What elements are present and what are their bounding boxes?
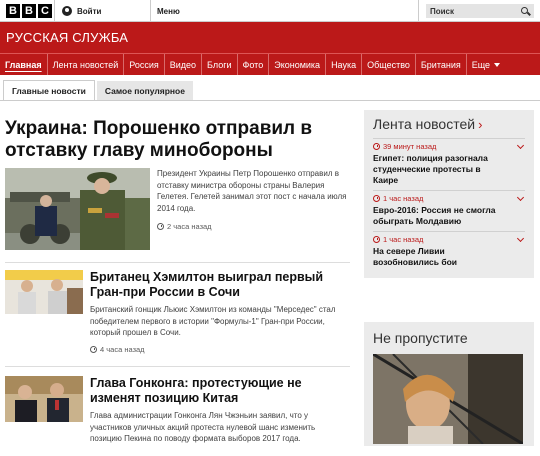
story-timestamp: 4 часа назад xyxy=(90,345,145,354)
clock-icon xyxy=(373,236,380,243)
lead-timestamp: 2 часа назад xyxy=(157,222,212,231)
sidebar: Лента новостей › 39 минут назад Египет: … xyxy=(364,110,534,278)
story-image[interactable] xyxy=(5,270,83,314)
logo-letter: C xyxy=(38,3,52,18)
search-icon[interactable] xyxy=(521,6,530,16)
service-title[interactable]: РУССКАЯ СЛУЖБА xyxy=(6,30,128,45)
top-bar: B B C Войти Меню Поиск xyxy=(0,0,540,22)
divider xyxy=(5,366,350,367)
signin-label: Войти xyxy=(77,6,102,16)
clock-icon xyxy=(373,195,380,202)
news-feed-item[interactable]: 1 час назад На севере Ливии возобновилис… xyxy=(373,231,525,272)
news-feed-item[interactable]: 1 час назад Евро-2016: Россия не смогла … xyxy=(373,190,525,231)
lead-summary: Президент Украины Петр Порошенко отправи… xyxy=(157,169,347,213)
clock-icon xyxy=(90,346,97,353)
news-feed-meta: 1 час назад xyxy=(373,235,525,244)
divider xyxy=(150,0,151,22)
lead-image[interactable] xyxy=(5,168,150,250)
nav-item-photo[interactable]: Фото xyxy=(238,54,270,75)
news-feed-time: 1 час назад xyxy=(383,235,424,244)
story-item: Глава Гонконга: протестующие не изменят … xyxy=(5,376,350,456)
news-feed-title: Лента новостей xyxy=(373,116,476,132)
nav-item-science[interactable]: Наука xyxy=(326,54,363,75)
tab-top-news[interactable]: Главные новости xyxy=(3,80,95,100)
menu-button[interactable]: Меню xyxy=(157,0,180,22)
news-feed-panel: Лента новостей › 39 минут назад Египет: … xyxy=(364,110,534,278)
nav-item-britain[interactable]: Британия xyxy=(416,54,467,75)
news-feed-headline: Евро-2016: Россия не смогла обыграть Мол… xyxy=(373,205,496,226)
news-feed-item[interactable]: 39 минут назад Египет: полиция разогнала… xyxy=(373,138,525,190)
lead-time: 2 часа назад xyxy=(167,222,212,231)
divider xyxy=(418,0,419,22)
story-summary: Британский гонщик Льюис Хэмилтон из кома… xyxy=(90,305,336,337)
lead-story: Президент Украины Петр Порошенко отправи… xyxy=(5,168,350,258)
tab-most-popular[interactable]: Самое популярное xyxy=(96,81,193,100)
news-feed-time: 1 час назад xyxy=(383,194,424,203)
signin-button[interactable]: Войти xyxy=(62,0,101,22)
news-feed-time: 39 минут назад xyxy=(383,142,437,151)
news-feed-headline: Египет: полиция разогнала студенческие п… xyxy=(373,153,488,185)
dont-miss-title[interactable]: Не пропустите xyxy=(373,330,525,346)
military-photo xyxy=(5,168,150,250)
race-photo xyxy=(5,270,83,314)
chevron-right-icon: › xyxy=(478,116,483,132)
nav-item-economy[interactable]: Экономика xyxy=(269,54,327,75)
chevron-down-icon xyxy=(494,62,501,67)
divider xyxy=(54,0,55,22)
user-icon xyxy=(62,6,72,16)
nav-more-label: Еще xyxy=(471,59,491,70)
story-headline[interactable]: Британец Хэмилтон выиграл первый Гран-пр… xyxy=(90,270,340,300)
press-photo xyxy=(5,376,83,422)
child-photo xyxy=(373,354,523,444)
news-tabs: Главные новости Самое популярное xyxy=(0,80,540,101)
logo-letter: B xyxy=(6,3,20,18)
news-feed-meta: 39 минут назад xyxy=(373,142,525,151)
search-input[interactable]: Поиск xyxy=(426,4,534,18)
bbc-logo[interactable]: B B C xyxy=(6,3,52,18)
news-feed-headline: На севере Ливии возобновились бои xyxy=(373,246,458,267)
nav-item-home[interactable]: Главная xyxy=(0,54,48,75)
search-placeholder: Поиск xyxy=(430,6,455,16)
nav-item-video[interactable]: Видео xyxy=(165,54,203,75)
nav-item-more[interactable]: Еще xyxy=(467,54,505,75)
clock-icon xyxy=(157,223,164,230)
nav-item-society[interactable]: Общество xyxy=(362,54,416,75)
divider xyxy=(5,262,350,263)
news-feed-meta: 1 час назад xyxy=(373,194,525,203)
nav-item-newsfeed[interactable]: Лента новостей xyxy=(48,54,125,75)
dont-miss-image[interactable] xyxy=(373,354,523,444)
menu-label: Меню xyxy=(157,6,180,16)
story-item: Британец Хэмилтон выиграл первый Гран-пр… xyxy=(5,270,350,370)
story-image[interactable] xyxy=(5,376,83,422)
dont-miss-panel: Не пропустите xyxy=(364,322,534,446)
lead-headline[interactable]: Украина: Порошенко отправил в отставку г… xyxy=(5,118,350,162)
nav-item-russia[interactable]: Россия xyxy=(124,54,165,75)
clock-icon xyxy=(373,143,380,150)
nav-item-blogs[interactable]: Блоги xyxy=(202,54,238,75)
story-headline[interactable]: Глава Гонконга: протестующие не изменят … xyxy=(90,376,340,406)
story-summary: Глава администрации Гонконга Лян Чжэньин… xyxy=(90,411,316,443)
news-feed-heading[interactable]: Лента новостей › xyxy=(373,116,525,132)
story-time: 4 часа назад xyxy=(100,345,145,354)
logo-letter: B xyxy=(22,3,36,18)
service-title-bar: РУССКАЯ СЛУЖБА xyxy=(0,22,540,53)
main-nav: Главная Лента новостей Россия Видео Блог… xyxy=(0,53,540,75)
